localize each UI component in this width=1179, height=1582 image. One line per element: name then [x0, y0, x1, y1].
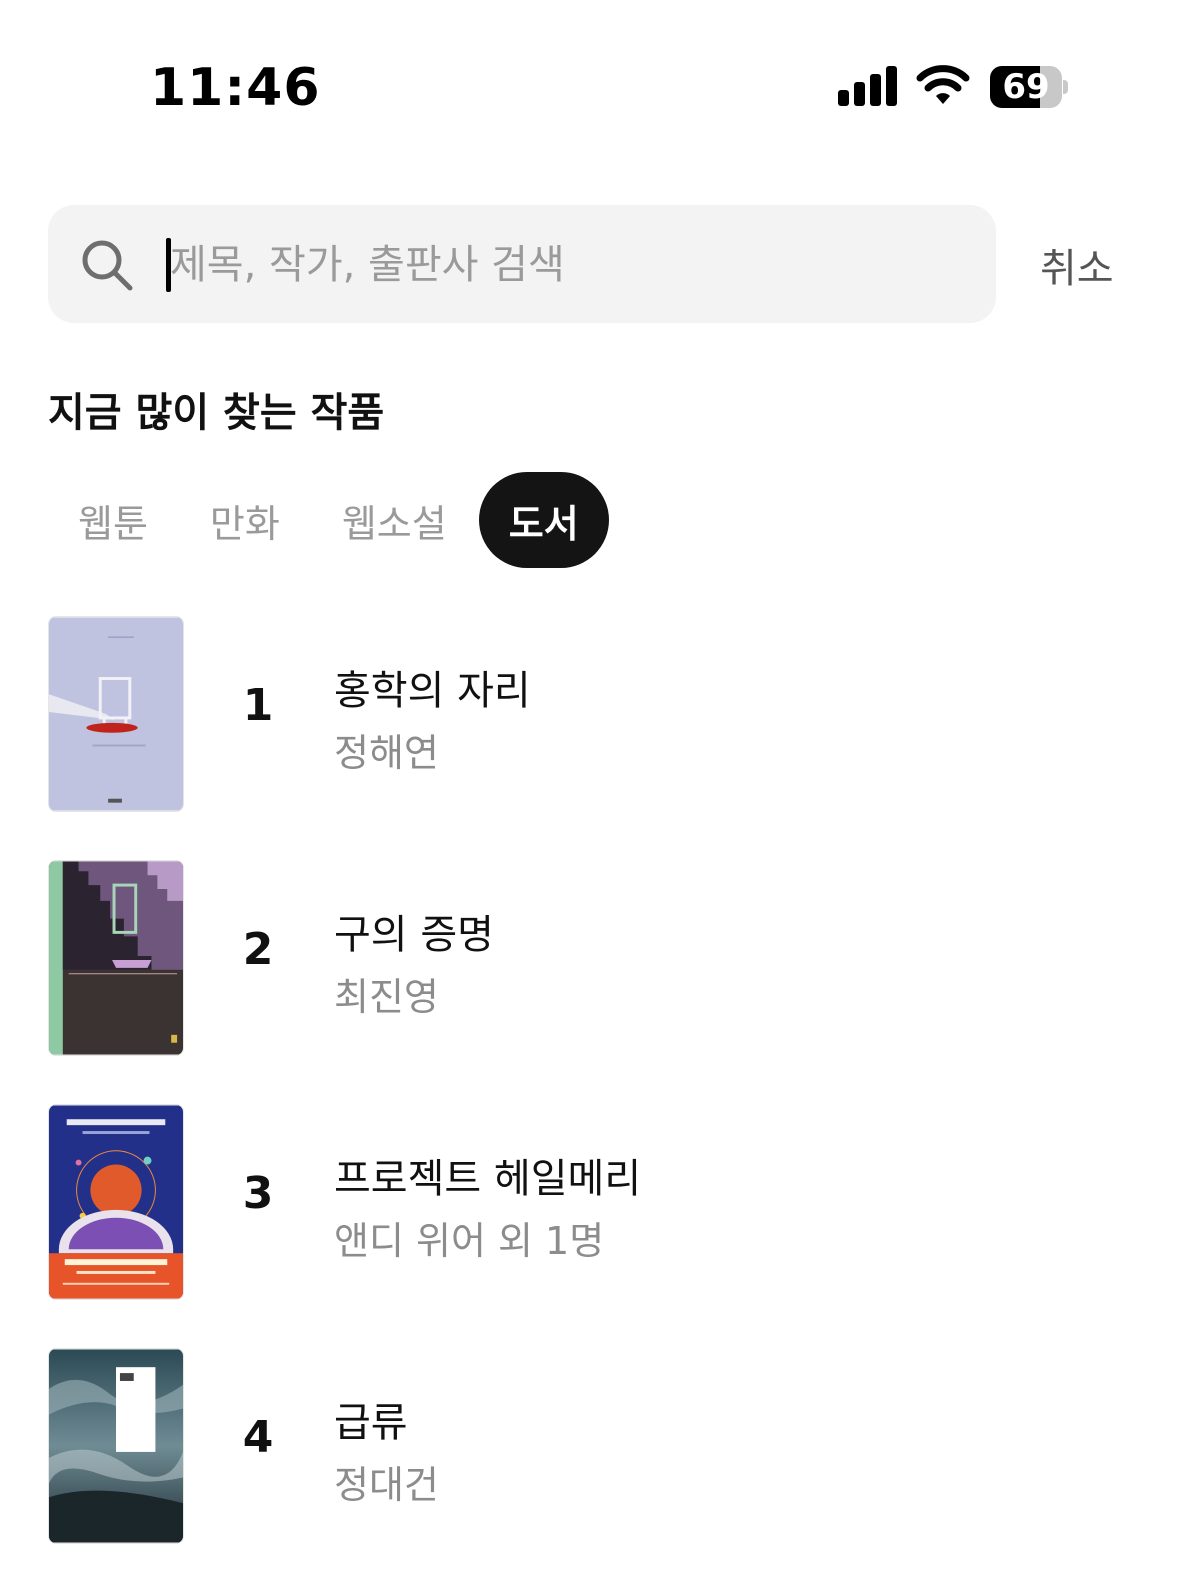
list-item[interactable]: 1 홍학의 자리 정해연 [0, 614, 1179, 858]
rank-number: 3 [242, 1168, 274, 1219]
battery-percent: 69 [1002, 67, 1050, 107]
list-item[interactable]: 2 구의 증명 최진영 [0, 858, 1179, 1102]
book-author: 최진영 [334, 975, 439, 1019]
cancel-button[interactable]: 취소 [1040, 236, 1114, 294]
tab-comics[interactable]: 만화 [180, 472, 310, 568]
list-item[interactable]: 3 프로젝트 헤일메리 앤디 위어 외 1명 [0, 1102, 1179, 1346]
book-cover [48, 1348, 184, 1544]
status-time: 11:46 [150, 58, 321, 118]
wifi-icon [916, 65, 970, 104]
book-author: 정대건 [334, 1463, 439, 1507]
book-cover [48, 860, 184, 1056]
tab-webtoon[interactable]: 웹툰 [48, 472, 178, 568]
book-author: 앤디 위어 외 1명 [334, 1219, 605, 1263]
book-title: 급류 [334, 1400, 408, 1446]
book-title: 홍학의 자리 [334, 668, 531, 714]
list-item[interactable]: 4 급류 정대건 [0, 1346, 1179, 1582]
search-icon [82, 240, 133, 291]
book-title: 프로젝트 헤일메리 [334, 1156, 642, 1202]
signal-icon [838, 66, 898, 106]
book-list: 1 홍학의 자리 정해연 2 구의 증명 최진영 3 프로젝트 헤일메리 앤디 … [0, 614, 1179, 1582]
rank-number: 2 [242, 924, 274, 975]
book-cover [48, 1104, 184, 1300]
category-tabs: 웹툰 만화 웹소설 도서 [48, 472, 611, 568]
tab-webnovel[interactable]: 웹소설 [312, 472, 477, 568]
book-author: 정해연 [334, 731, 439, 775]
rank-number: 1 [242, 680, 274, 731]
tab-books[interactable]: 도서 [478, 472, 609, 568]
status-bar: 11:46 69 [0, 0, 1179, 150]
rank-number: 4 [242, 1412, 274, 1463]
section-title: 지금 많이 찾는 작품 [48, 390, 385, 436]
book-cover [48, 616, 184, 812]
search-input[interactable] [170, 228, 950, 302]
book-title: 구의 증명 [334, 912, 494, 958]
battery-icon: 69 [990, 66, 1068, 108]
